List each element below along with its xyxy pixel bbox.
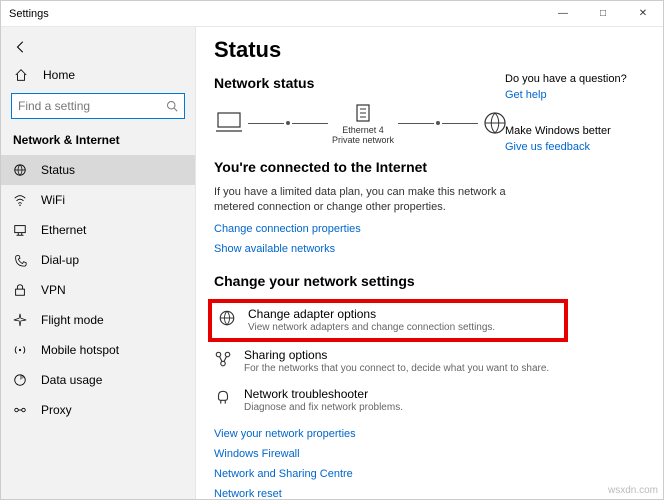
troubleshooter-icon: [214, 387, 234, 414]
sidebar-item-label: VPN: [41, 283, 66, 297]
sidebar-item-ethernet[interactable]: Ethernet: [1, 215, 195, 245]
sidebar-item-label: Flight mode: [41, 313, 104, 327]
sidebar-item-label: Status: [41, 163, 75, 177]
home-icon: [13, 67, 29, 83]
pc-node: [214, 111, 244, 135]
link-windows-firewall[interactable]: Windows Firewall: [214, 448, 645, 460]
main-content: Status Network status Ethernet 4 Private…: [196, 27, 663, 499]
vpn-icon: [13, 283, 27, 297]
adapter-icon: [218, 307, 238, 334]
option-sharing[interactable]: Sharing options For the networks that yo…: [214, 342, 574, 381]
search-placeholder: Find a setting: [18, 99, 90, 113]
datausage-icon: [13, 373, 27, 387]
link-show-networks[interactable]: Show available networks: [214, 243, 645, 255]
sidebar-item-flightmode[interactable]: Flight mode: [1, 305, 195, 335]
sidebar-item-label: Data usage: [41, 373, 102, 387]
search-icon: [166, 100, 178, 112]
connected-desc: If you have a limited data plan, you can…: [214, 185, 524, 215]
sidebar-item-status[interactable]: Status: [1, 155, 195, 185]
sidebar-item-datausage[interactable]: Data usage: [1, 365, 195, 395]
link-network-reset[interactable]: Network reset: [214, 488, 645, 499]
sidebar-item-label: WiFi: [41, 193, 65, 207]
better-heading: Make Windows better: [505, 125, 645, 137]
airplane-icon: [13, 313, 27, 327]
minimize-button[interactable]: —: [543, 1, 583, 27]
sidebar: Home Find a setting Network & Internet S…: [1, 27, 196, 499]
window-title: Settings: [1, 8, 543, 20]
sharing-icon: [214, 348, 234, 375]
close-button[interactable]: ✕: [623, 1, 663, 27]
link-connection-properties[interactable]: Change connection properties: [214, 223, 645, 235]
sidebar-item-wifi[interactable]: WiFi: [1, 185, 195, 215]
change-settings-heading: Change your network settings: [214, 273, 645, 289]
sidebar-item-dialup[interactable]: Dial-up: [1, 245, 195, 275]
diagram-node-name: Ethernet 4: [342, 125, 384, 135]
sidebar-item-label: Proxy: [41, 403, 72, 417]
watermark: wsxdn.com: [608, 485, 658, 496]
right-sidebar: Do you have a question? Get help Make Wi…: [505, 73, 645, 177]
hotspot-icon: [13, 343, 27, 357]
sidebar-item-proxy[interactable]: Proxy: [1, 395, 195, 425]
question-heading: Do you have a question?: [505, 73, 645, 85]
link-feedback[interactable]: Give us feedback: [505, 141, 645, 153]
proxy-icon: [13, 403, 27, 417]
option-title: Change adapter options: [248, 307, 495, 321]
home-label: Home: [43, 68, 75, 82]
wifi-icon: [13, 193, 27, 207]
option-title: Sharing options: [244, 348, 549, 362]
back-button[interactable]: [1, 33, 195, 61]
link-network-properties[interactable]: View your network properties: [214, 428, 645, 440]
sidebar-item-hotspot[interactable]: Mobile hotspot: [1, 335, 195, 365]
link-get-help[interactable]: Get help: [505, 89, 645, 101]
option-title: Network troubleshooter: [244, 387, 403, 401]
titlebar: Settings — □ ✕: [1, 1, 663, 27]
category-header: Network & Internet: [1, 129, 195, 155]
maximize-button[interactable]: □: [583, 1, 623, 27]
sidebar-item-vpn[interactable]: VPN: [1, 275, 195, 305]
sidebar-item-label: Dial-up: [41, 253, 79, 267]
sidebar-item-label: Ethernet: [41, 223, 86, 237]
option-sub: For the networks that you connect to, de…: [244, 362, 549, 375]
page-title: Status: [214, 37, 645, 63]
dialup-icon: [13, 253, 27, 267]
option-sub: Diagnose and fix network problems.: [244, 401, 403, 414]
option-sub: View network adapters and change connect…: [248, 321, 495, 334]
ethernet-icon: [13, 223, 27, 237]
home-nav[interactable]: Home: [1, 61, 195, 89]
link-sharing-centre[interactable]: Network and Sharing Centre: [214, 468, 645, 480]
status-icon: [13, 163, 27, 177]
diagram-node-sub: Private network: [332, 135, 394, 145]
router-node: Ethernet 4 Private network: [332, 101, 394, 145]
option-troubleshooter[interactable]: Network troubleshooter Diagnose and fix …: [214, 381, 574, 420]
sidebar-item-label: Mobile hotspot: [41, 343, 119, 357]
back-icon: [13, 39, 29, 55]
option-change-adapter[interactable]: Change adapter options View network adap…: [208, 299, 568, 342]
search-input[interactable]: Find a setting: [11, 93, 185, 119]
